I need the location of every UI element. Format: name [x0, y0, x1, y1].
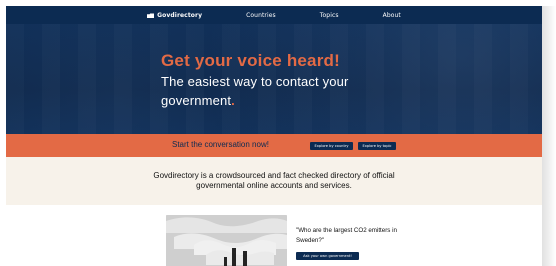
cta-band: Start the conversation now! Explore by c…	[6, 134, 542, 157]
nav-link-topics[interactable]: Topics	[320, 12, 339, 19]
hero-subtitle: The easiest way to contact your governme…	[161, 72, 421, 110]
info-text: Govdirectory is a crowdsourced and fact …	[153, 171, 395, 190]
feature-section: "Who are the largest CO2 emitters in Swe…	[6, 205, 542, 266]
hero-subtitle-line-2: government	[161, 93, 232, 108]
hero-subtitle-punctuation: .	[231, 93, 235, 108]
hero-subtitle-line-1: The easiest way to contact your	[161, 74, 349, 89]
ask-your-own-government-button[interactable]: Ask your own government!	[296, 252, 359, 260]
cta-label: Start the conversation now!	[172, 140, 269, 149]
explore-by-country-button[interactable]: Explore by country	[310, 142, 353, 150]
smokestack-image	[166, 215, 287, 266]
hero-section: Get your voice heard! The easiest way to…	[6, 24, 542, 134]
folder-icon	[147, 13, 155, 18]
hero-title: Get your voice heard!	[161, 51, 340, 70]
feature-quote: "Who are the largest CO2 emitters in Swe…	[296, 227, 397, 244]
hero-text: Get your voice heard! The easiest way to…	[161, 52, 421, 110]
brand-label: Govdirectory	[157, 11, 203, 19]
page-shadow	[542, 6, 556, 266]
explore-by-topic-button[interactable]: Explore by topic	[358, 142, 396, 150]
page-frame: Govdirectory Countries Topics About Get …	[0, 0, 556, 266]
nav-link-about[interactable]: About	[383, 12, 401, 19]
info-band: Govdirectory is a crowdsourced and fact …	[6, 157, 542, 205]
brand[interactable]: Govdirectory	[147, 12, 202, 19]
top-navigation: Govdirectory Countries Topics About	[6, 6, 542, 24]
nav-link-countries[interactable]: Countries	[246, 12, 276, 19]
